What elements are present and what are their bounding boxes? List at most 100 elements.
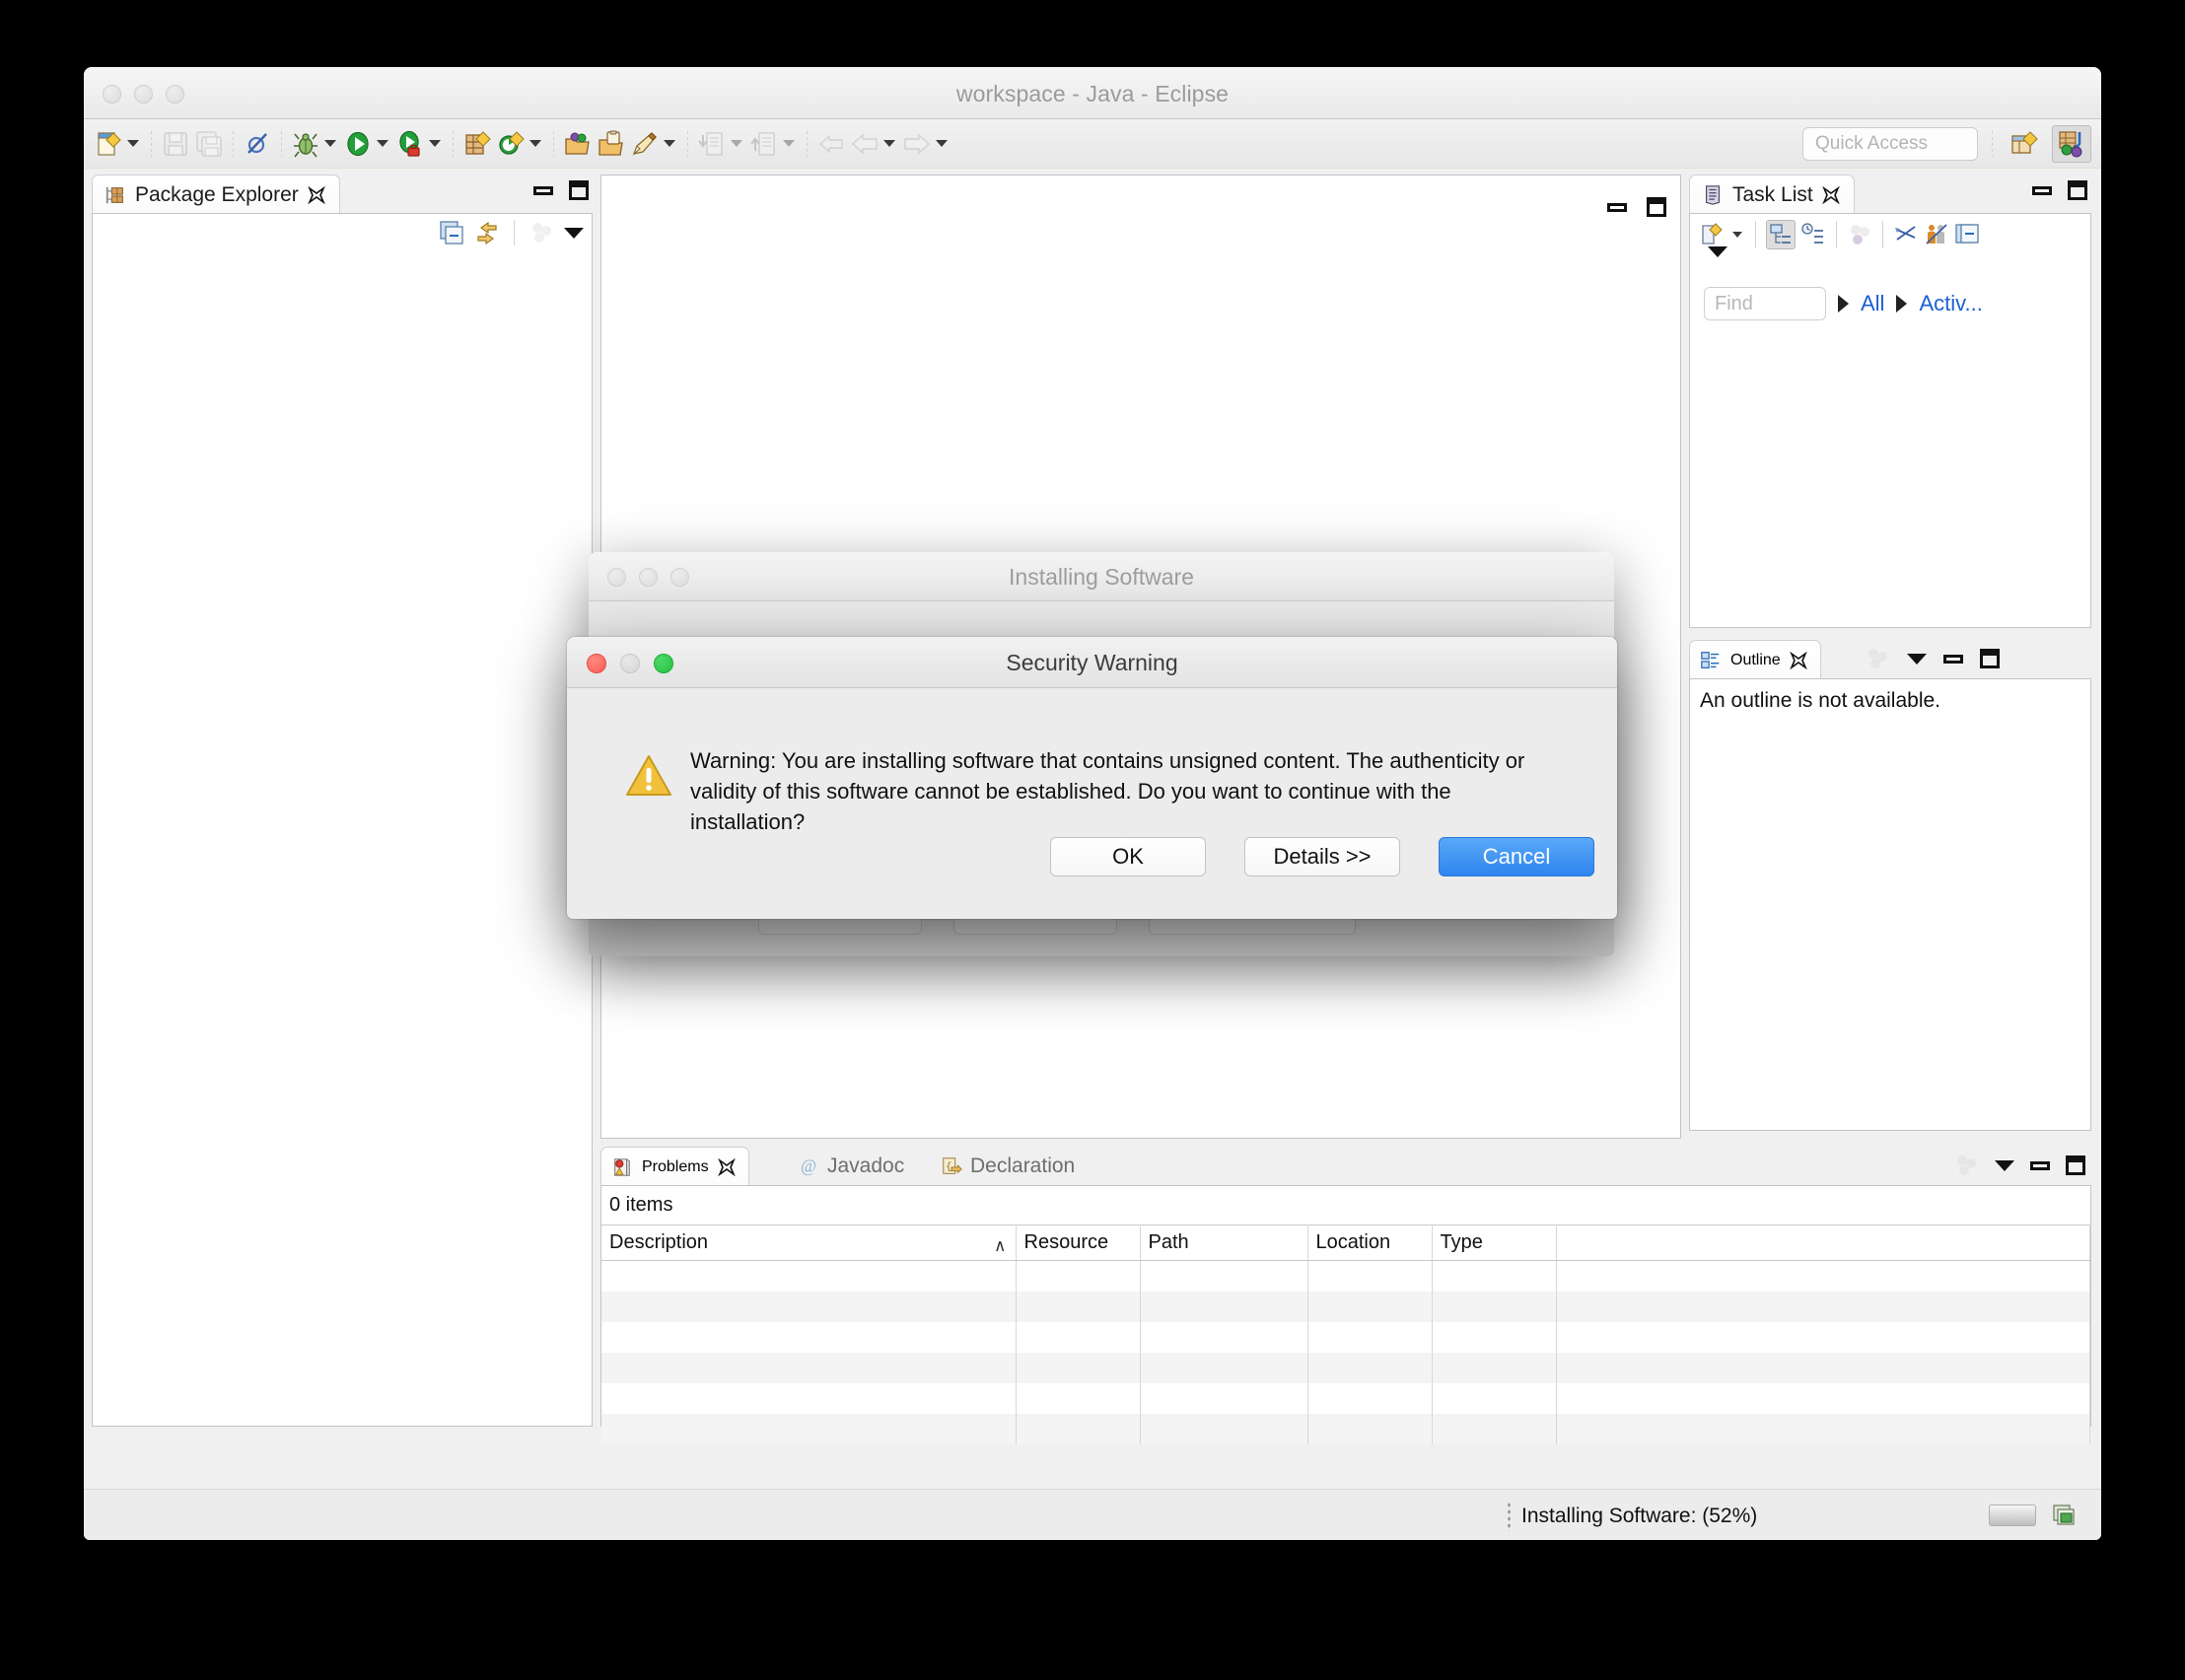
chevron-down-icon[interactable] [664, 140, 675, 147]
focus-on-active-task-icon[interactable] [1953, 1153, 1979, 1178]
toolbar-save-all-button[interactable] [192, 122, 226, 166]
table-row[interactable] [601, 1260, 2090, 1292]
problems-table[interactable]: Description ∧ Resource Path Location Typ… [601, 1225, 2090, 1444]
toolbar-new-wizard-button[interactable] [92, 122, 144, 166]
task-find-input[interactable] [1704, 287, 1826, 320]
filter-active-arrow-icon[interactable] [1896, 295, 1908, 313]
status-bar: Installing Software: (52%) [84, 1489, 2101, 1540]
table-row[interactable] [601, 1382, 2090, 1414]
cancel-button[interactable]: Cancel [1439, 837, 1594, 876]
show-my-tasks-icon[interactable] [1924, 222, 1949, 247]
focus-on-workweek-icon[interactable] [1847, 222, 1872, 247]
chevron-down-icon[interactable] [324, 140, 336, 147]
chevron-down-icon[interactable] [1732, 232, 1742, 238]
view-menu-icon[interactable] [1995, 1159, 2014, 1171]
synchronize-changed-icon[interactable] [1893, 222, 1919, 247]
column-header-location[interactable]: Location [1307, 1225, 1433, 1261]
table-cell [1432, 1382, 1557, 1414]
close-icon[interactable] [1821, 185, 1840, 204]
ok-button[interactable]: OK [1050, 837, 1206, 876]
chevron-down-icon[interactable] [127, 140, 139, 147]
toolbar-back-button[interactable] [848, 122, 900, 166]
maximize-icon[interactable] [2068, 180, 2087, 200]
toolbar-debug-button[interactable] [289, 122, 341, 166]
toolbar-new-class-button[interactable] [494, 122, 546, 166]
column-header-description[interactable]: Description ∧ [601, 1225, 1017, 1261]
collapse-all-icon[interactable] [439, 220, 464, 245]
toolbar-run-button[interactable] [341, 122, 393, 166]
tab-package-explorer[interactable]: Package Explorer [92, 175, 340, 214]
view-menu-icon[interactable] [1907, 653, 1927, 665]
main-toolbar [84, 119, 2101, 169]
minimize-icon[interactable] [533, 185, 553, 195]
installing-dialog-title: Installing Software [1009, 564, 1194, 590]
minimize-icon[interactable] [2030, 1160, 2050, 1170]
table-row[interactable] [601, 1352, 2090, 1383]
focus-on-active-task-icon[interactable] [1865, 646, 1890, 671]
table-row[interactable] [601, 1321, 2090, 1353]
minimize-icon[interactable] [2032, 185, 2052, 195]
chevron-down-icon[interactable] [883, 140, 895, 147]
toolbar-external-tools-button[interactable] [393, 122, 446, 166]
minimize-icon[interactable] [1943, 654, 1963, 664]
minimize-icon[interactable] [1607, 202, 1627, 212]
table-row[interactable] [601, 1291, 2090, 1322]
toolbar-open-task-button[interactable] [595, 122, 628, 166]
toolbar-search-button[interactable] [628, 122, 680, 166]
open-perspective-button[interactable] [2005, 125, 2044, 163]
show-progress-view-icon[interactable] [2052, 1502, 2079, 1529]
column-header-extra[interactable] [1556, 1225, 2090, 1261]
filter-all-link[interactable]: All [1861, 291, 1884, 316]
installing-dialog-titlebar: Installing Software [589, 552, 1614, 601]
chevron-down-icon[interactable] [377, 140, 388, 147]
close-icon[interactable] [717, 1157, 736, 1176]
chevron-down-icon[interactable] [529, 140, 541, 147]
tab-outline[interactable]: Outline [1689, 640, 1821, 679]
toolbar-new-java-project-button[interactable] [460, 122, 494, 166]
toolbar-forward-button[interactable] [900, 122, 952, 166]
link-with-editor-icon[interactable] [474, 220, 500, 245]
focus-on-active-task-icon[interactable] [529, 220, 554, 245]
toolbar-save-button[interactable] [159, 122, 192, 166]
scheduled-presentation-icon[interactable] [1800, 222, 1826, 247]
filter-all-arrow-icon[interactable] [1838, 295, 1849, 313]
table-cell [601, 1352, 1017, 1383]
toolbar-skip-breakpoints-button[interactable] [241, 122, 274, 166]
tab-declaration[interactable]: { Declaration [941, 1147, 1075, 1186]
chevron-down-icon[interactable] [936, 140, 948, 147]
chevron-down-icon[interactable] [783, 140, 795, 147]
column-header-path[interactable]: Path [1140, 1225, 1308, 1261]
maximize-icon[interactable] [2066, 1155, 2085, 1175]
filter-active-link[interactable]: Activ... [1919, 291, 1982, 316]
maximize-icon[interactable] [1647, 197, 1666, 217]
categorized-presentation-button[interactable] [1766, 220, 1796, 249]
close-icon[interactable] [1789, 651, 1807, 669]
toolbar-back-to-button[interactable] [814, 122, 848, 166]
maximize-icon[interactable] [1980, 649, 2000, 668]
status-progress-text[interactable]: Installing Software: (52%) [1521, 1505, 1757, 1528]
column-header-type[interactable]: Type [1432, 1225, 1557, 1261]
problems-table-header-row: Description ∧ Resource Path Location Typ… [601, 1225, 2090, 1261]
maximize-icon[interactable] [569, 180, 589, 200]
tab-problems[interactable]: Problems [600, 1147, 749, 1186]
java-perspective-button[interactable] [2052, 124, 2091, 163]
tab-javadoc[interactable]: @ Javadoc [798, 1147, 904, 1186]
close-icon[interactable] [307, 185, 325, 204]
quick-access-input[interactable] [1802, 126, 1978, 161]
tab-task-list[interactable]: Task List [1689, 175, 1855, 214]
table-row[interactable] [601, 1413, 2090, 1444]
view-menu-icon[interactable] [564, 227, 584, 239]
toolbar-previous-annotation-button[interactable] [695, 122, 747, 166]
tab-label: Problems [642, 1157, 709, 1175]
progress-bar-icon[interactable] [1989, 1505, 2036, 1526]
chevron-down-icon[interactable] [731, 140, 742, 147]
column-header-resource[interactable]: Resource [1016, 1225, 1141, 1261]
toolbar-next-annotation-button[interactable] [747, 122, 800, 166]
toolbar-open-type-button[interactable] [561, 122, 595, 166]
new-task-icon[interactable] [1698, 222, 1724, 247]
chevron-down-icon[interactable] [429, 140, 441, 147]
details-button[interactable]: Details >> [1244, 837, 1400, 876]
package-explorer-tree[interactable] [92, 213, 593, 1427]
collapse-all-icon[interactable] [1954, 222, 1980, 247]
view-menu-icon[interactable] [1708, 246, 1727, 274]
